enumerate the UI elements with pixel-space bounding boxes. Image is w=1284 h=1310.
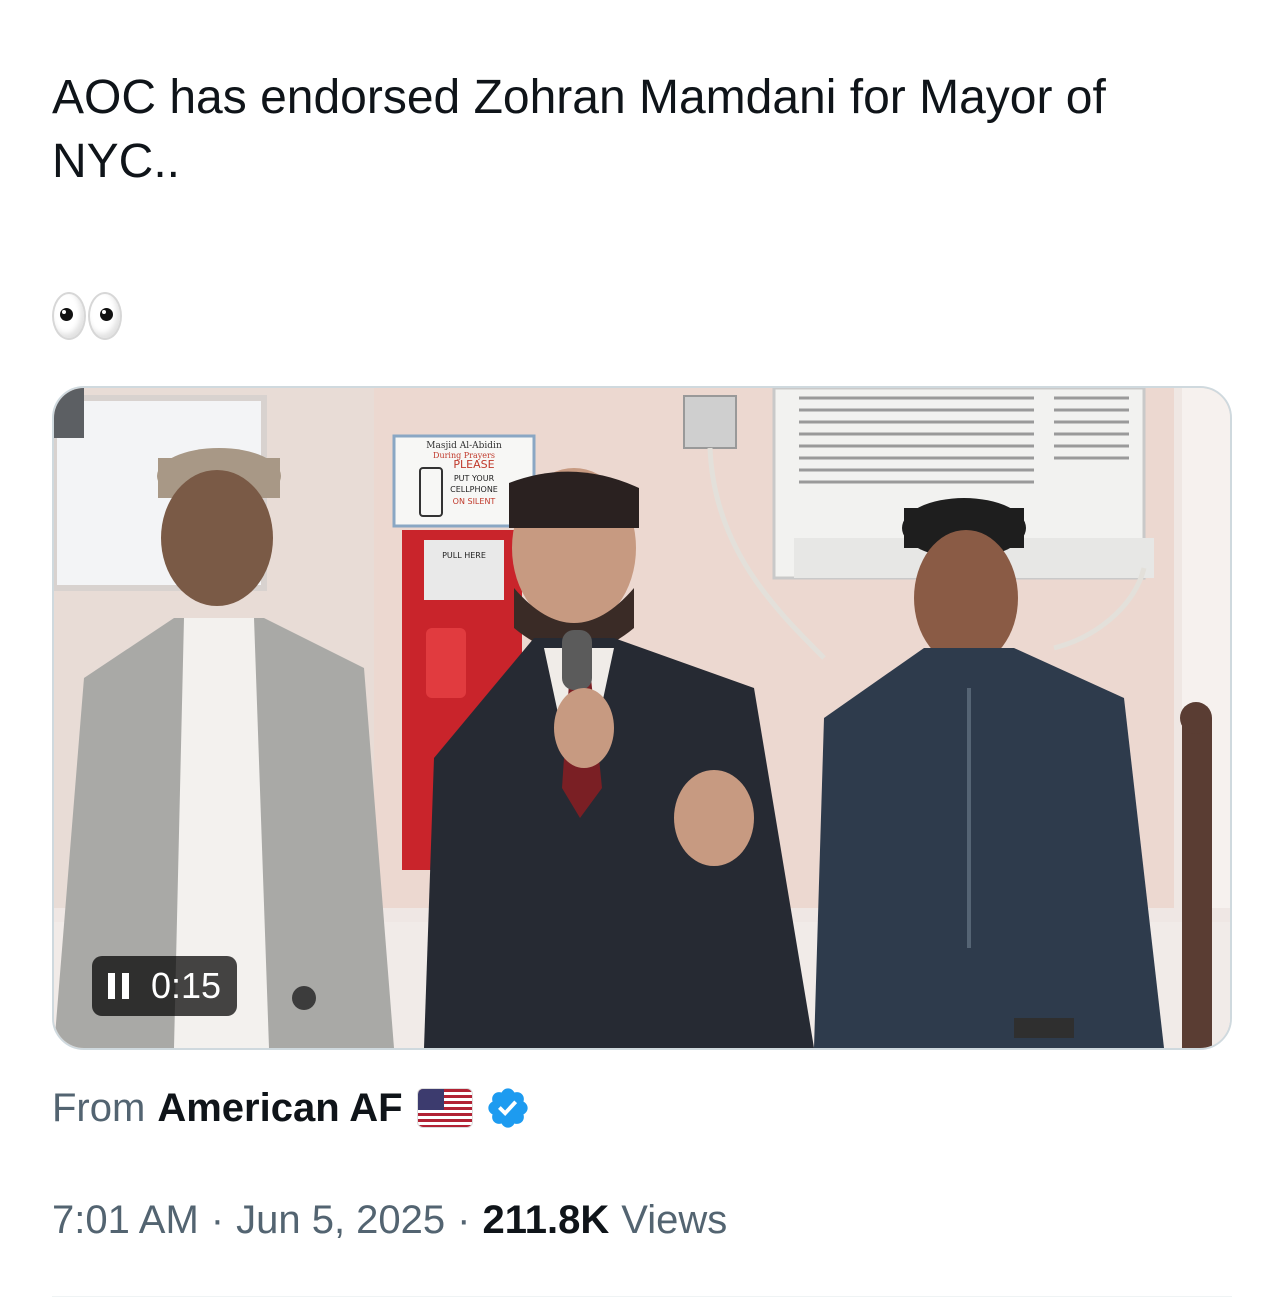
tweet-meta: 7:01 AM · Jun 5, 2025 · 211.8K Views bbox=[52, 1192, 727, 1248]
pause-icon[interactable] bbox=[108, 973, 129, 999]
from-label: From bbox=[52, 1085, 146, 1130]
verified-badge-icon bbox=[487, 1088, 528, 1128]
sign-line-6: ON SILENT bbox=[453, 497, 496, 506]
pull-here-label: PULL HERE bbox=[442, 551, 486, 560]
divider bbox=[52, 1296, 1232, 1297]
video-source: From American AF bbox=[52, 1082, 531, 1134]
tweet-text: AOC has endorsed Zohran Mamdani for Mayo… bbox=[52, 66, 1232, 194]
video-timer[interactable]: 0:15 bbox=[92, 956, 238, 1016]
tweet-text-line-2: NYC.. bbox=[52, 135, 181, 188]
video-frame: Masjid Al-Abidin During Prayers PLEASE P… bbox=[54, 388, 1230, 1048]
sign-line-3: PLEASE bbox=[453, 458, 494, 471]
views-count: 211.8K bbox=[482, 1197, 610, 1242]
video-player[interactable]: Masjid Al-Abidin During Prayers PLEASE P… bbox=[52, 386, 1232, 1050]
separator-dot: · bbox=[457, 1197, 471, 1242]
us-flag-icon bbox=[416, 1088, 473, 1128]
sign-line-5: CELLPHONE bbox=[450, 485, 498, 494]
eye-left-icon bbox=[52, 292, 86, 340]
sign-line-1: Masjid Al-Abidin bbox=[426, 441, 502, 451]
video-elapsed-time: 0:15 bbox=[151, 965, 222, 1006]
tweet-time[interactable]: 7:01 AM bbox=[52, 1198, 199, 1243]
eyes-emoji bbox=[52, 292, 122, 344]
separator-dot: · bbox=[210, 1197, 225, 1242]
sign-line-4: PUT YOUR bbox=[454, 474, 495, 483]
source-author-link[interactable]: American AF bbox=[157, 1086, 402, 1131]
views-label: Views bbox=[621, 1197, 728, 1242]
eye-right-icon bbox=[88, 292, 122, 340]
tweet-text-line-1: AOC has endorsed Zohran Mamdani for Mayo… bbox=[52, 71, 1106, 124]
tweet-date[interactable]: Jun 5, 2025 bbox=[236, 1198, 445, 1243]
